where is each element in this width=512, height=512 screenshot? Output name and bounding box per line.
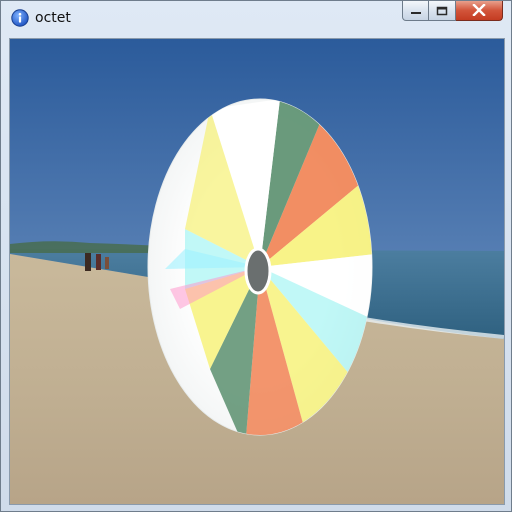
maximize-button[interactable] [429,1,456,21]
window-controls [402,1,503,23]
beach-person [85,253,91,271]
beach-person [96,254,101,270]
minimize-icon [410,1,422,20]
minimize-button[interactable] [402,1,429,21]
maximize-icon [436,1,448,20]
beach-person [105,257,109,269]
render-viewport[interactable] [9,38,505,505]
close-icon [472,1,486,20]
close-button[interactable] [456,1,503,21]
title-bar[interactable]: octet [1,1,511,35]
scene-canvas [10,39,504,504]
window-title: octet [35,10,71,26]
disc-center-hole [244,247,272,295]
app-window: octet [0,0,512,512]
info-icon [11,9,29,27]
